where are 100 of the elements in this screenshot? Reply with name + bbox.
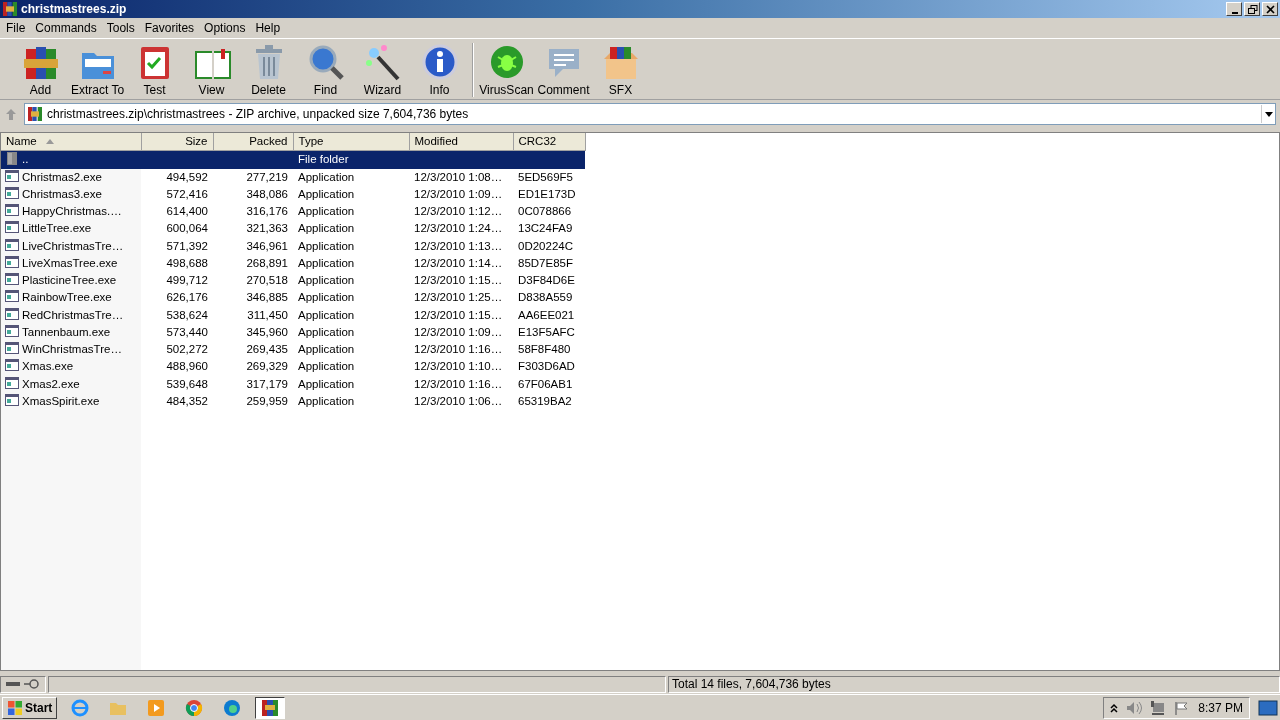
file-name[interactable]: XmasSpirit.exe [22,394,100,407]
toolbar-button[interactable]: VirusScan [478,43,535,97]
taskbar-app[interactable] [255,696,286,719]
table-cell-text: E13F5AFC [517,324,576,340]
file-name[interactable]: Tannenbaum.exe [22,325,111,338]
clock: 8:37 PM [1198,699,1243,717]
toolbar-button[interactable]: SFX [592,43,649,97]
table-cell-text: 346,885 [245,290,289,306]
file-name[interactable]: WinChristmasTre… [22,343,122,355]
file-name[interactable]: HappyChristmas.… [22,205,122,217]
toolbar-button[interactable]: Comment [535,43,592,97]
menu-item[interactable]: Options [199,19,251,37]
info-icon [420,43,459,81]
column-header[interactable]: CRC32 [513,133,585,151]
program-icon [5,168,19,183]
column-header[interactable]: Type [293,133,409,151]
file-name[interactable]: Christmas3.exe [22,187,102,200]
table-cell-text: 600,064 [165,221,209,237]
file-name[interactable]: PlasticineTree.exe [22,274,117,286]
program-icon [5,254,19,269]
program-icon [5,289,19,304]
table-cell-text: 571,392 [165,238,209,254]
table-cell-text: 12/3/2010 1:25… [413,290,504,306]
table-cell-text: 12/3/2010 1:15… [413,307,504,323]
program-icon [5,358,19,373]
file-name[interactable]: .. [22,153,29,166]
table-cell-text: 502,272 [165,342,209,357]
table-cell: 12/3/2010 1:08… [409,168,513,186]
menu-item[interactable]: Commands [30,19,102,37]
chrome-icon [185,698,204,717]
table-cell-text: F303D6AD [517,359,576,375]
file-name[interactable]: LittleTree.exe [22,222,92,235]
toolbar-button[interactable]: Add [12,43,69,97]
menu-item[interactable]: Tools [101,19,140,37]
table-cell-text: Application [297,204,356,219]
file-name[interactable]: RainbowTree.exe [22,291,112,304]
table-cell-text: 348,086 [245,186,289,202]
table-cell-text: 13C24FA9 [517,221,574,237]
folder-icon [5,151,19,166]
toolbar-button[interactable]: Find [297,43,354,97]
table-cell: 494,592 [141,168,213,186]
file-name[interactable]: LiveChristmasTre… [22,239,124,252]
column-header[interactable]: Name [1,133,141,151]
toolbar-button[interactable]: Info [411,43,468,97]
table-cell-text: 12/3/2010 1:24… [413,221,504,237]
program-icon [5,185,19,200]
close-button[interactable] [1262,2,1278,16]
table-cell-text: 12/3/2010 1:12… [413,204,504,219]
table-cell-text: 573,440 [165,324,209,340]
table-cell: 277,219 [213,168,293,186]
program-icon [5,272,19,286]
speaker-icon [1126,700,1143,715]
status-total: Total 14 files, 7,604,736 bytes [672,676,831,693]
wand-icon [363,43,402,81]
table-cell-text: 85D7E85F [517,255,574,271]
minimize-button[interactable] [1226,2,1242,16]
minimize-icon [1231,11,1238,14]
table-cell-text: Application [297,324,356,340]
table-cell-text: Application [297,273,356,288]
table-cell-text: 346,961 [245,238,289,254]
toolbar-button[interactable]: View [183,43,240,97]
network-icon [1150,700,1167,715]
column-header[interactable]: Modified [409,133,513,151]
program-icon [5,375,19,390]
program-icon [5,323,19,338]
file-name[interactable]: Xmas.exe [22,360,74,373]
table-cell-text: 316,176 [245,204,289,219]
table-cell-text: 268,891 [245,255,289,271]
dropdown-icon [1264,111,1273,117]
toolbar-button[interactable]: Extract To [69,43,126,97]
menu-item[interactable]: Favorites [139,19,200,37]
file-name[interactable]: Christmas2.exe [22,170,102,183]
program-icon [5,237,19,252]
file-name[interactable]: LiveXmasTree.exe [22,256,118,269]
toolbar-button[interactable]: Delete [240,43,297,97]
archive-icon [2,1,18,17]
table-cell-text: 538,624 [165,307,209,323]
menu-item[interactable]: Help [250,19,286,37]
table-cell-text: Application [297,186,356,202]
table-cell-text: Application [297,290,356,306]
toolbar-button[interactable]: Wizard [354,43,411,97]
toolbar-button[interactable]: Test [126,43,183,97]
table-cell-text: 345,960 [245,324,289,340]
column-header[interactable]: Packed [213,133,293,151]
menu-item[interactable]: File [1,19,31,37]
program-icon [5,341,19,355]
table-cell-text: 321,363 [245,221,289,237]
table-cell-text: 498,688 [165,255,209,271]
windows-logo-icon [7,699,23,716]
table-cell-text: 572,416 [165,186,209,202]
address-field[interactable]: christmastrees.zip\christmastrees - ZIP archive, unpacked size 7,604,736 bytes [24,103,1276,125]
file-name[interactable]: RedChristmasTre… [22,308,124,321]
up-arrow-icon [4,107,18,121]
table-cell-text: 12/3/2010 1:14… [413,255,504,271]
restore-button[interactable] [1244,2,1260,16]
column-header[interactable]: Size [141,133,213,151]
file-name[interactable]: Xmas2.exe [22,377,80,390]
start-button[interactable]: Start [2,696,58,719]
table-cell-text: 317,179 [245,376,289,392]
table-cell-text: Application [297,376,356,392]
